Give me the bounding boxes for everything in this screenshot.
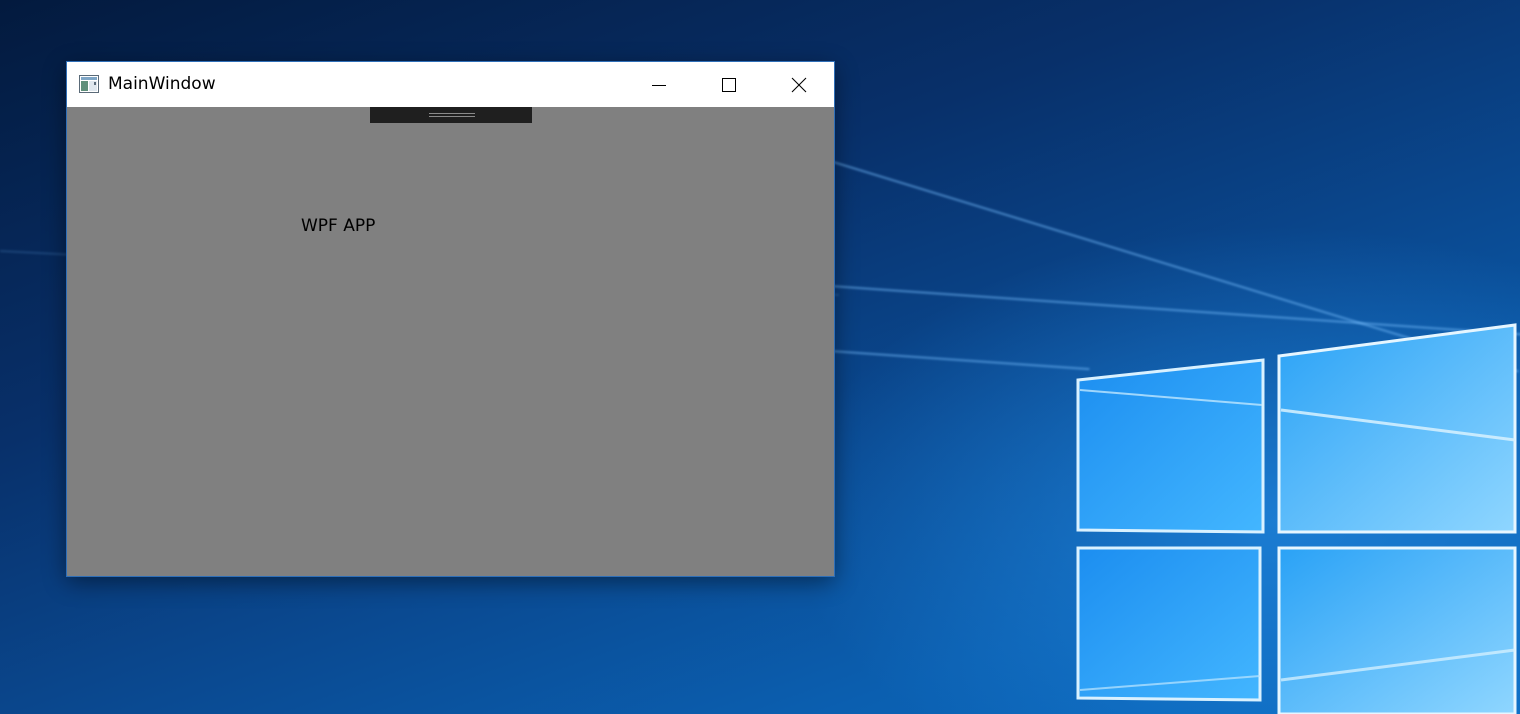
- maximize-button[interactable]: [694, 62, 764, 107]
- main-window[interactable]: MainWindow WPF APP: [67, 62, 834, 576]
- toolbar-handle[interactable]: [370, 107, 532, 123]
- window-title: MainWindow: [108, 74, 216, 94]
- minimize-icon: [652, 84, 666, 86]
- title-bar[interactable]: MainWindow: [67, 62, 834, 107]
- window-client-area: WPF APP: [67, 107, 834, 576]
- app-label: WPF APP: [301, 216, 376, 236]
- grip-handle-icon: [429, 116, 475, 117]
- close-icon: [791, 77, 807, 92]
- close-button[interactable]: [764, 62, 834, 107]
- app-window-icon: [79, 75, 99, 93]
- grip-handle-icon: [429, 113, 475, 114]
- minimize-button[interactable]: [624, 62, 694, 107]
- maximize-icon: [722, 77, 736, 92]
